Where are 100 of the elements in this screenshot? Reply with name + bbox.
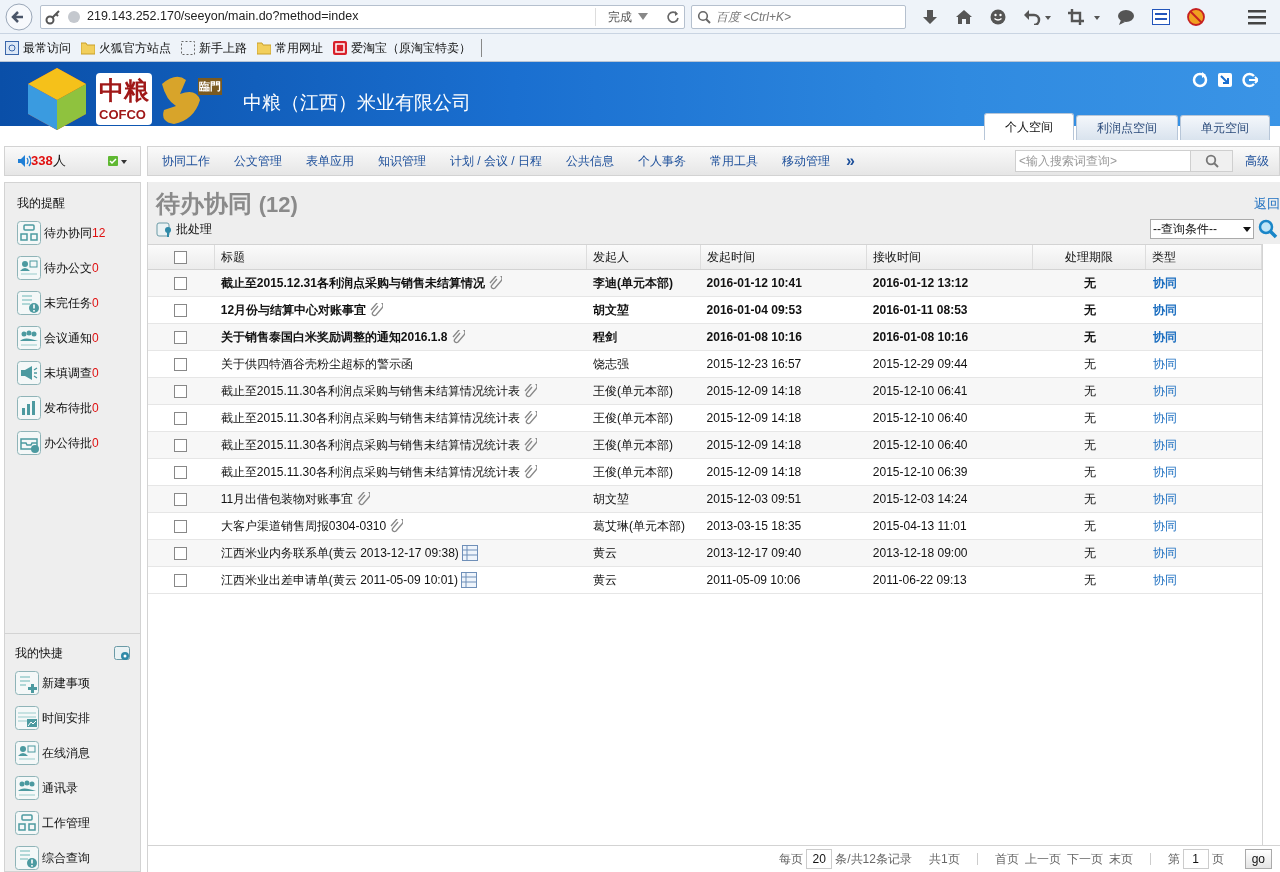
type-link[interactable]: 协同 bbox=[1146, 459, 1262, 485]
row-checkbox[interactable] bbox=[174, 438, 187, 452]
settings-icon[interactable] bbox=[114, 645, 130, 661]
nav-link[interactable]: 常用工具 bbox=[710, 152, 758, 170]
undo-icon[interactable] bbox=[1023, 8, 1051, 25]
row-checkbox[interactable] bbox=[174, 573, 187, 587]
column-header[interactable]: 发起时间 bbox=[700, 245, 867, 269]
pager-link[interactable]: 下一页 bbox=[1066, 850, 1103, 868]
advanced-link[interactable]: 高级 bbox=[1245, 152, 1269, 170]
nav-link[interactable]: 公文管理 bbox=[234, 152, 282, 170]
type-link[interactable]: 协同 bbox=[1146, 405, 1262, 431]
row-checkbox[interactable] bbox=[174, 276, 187, 290]
space-tab[interactable]: 单元空间 bbox=[1180, 115, 1270, 140]
batch-button[interactable]: 批处理 bbox=[156, 220, 212, 238]
row-checkbox[interactable] bbox=[174, 465, 187, 479]
go-button[interactable]: go bbox=[1244, 849, 1272, 869]
item-title-link[interactable]: 截止至2015.11.30各利润点采购与销售未结算情况统计表 bbox=[220, 463, 520, 481]
nav-link[interactable]: 计划 / 会议 / 日程 bbox=[450, 152, 542, 170]
type-link[interactable]: 协同 bbox=[1146, 378, 1262, 404]
page-number-field[interactable]: 1 bbox=[1182, 849, 1209, 869]
row-checkbox[interactable] bbox=[174, 411, 187, 425]
search-icon[interactable] bbox=[1204, 154, 1219, 168]
search-field[interactable]: 百度 <Ctrl+K> bbox=[691, 4, 906, 29]
reminder-link[interactable]: 未填调查0 bbox=[44, 364, 99, 382]
per-page-field[interactable]: 20 bbox=[806, 849, 833, 869]
shortcut-link[interactable]: 新建事项 bbox=[42, 674, 90, 692]
nav-link[interactable]: 表单应用 bbox=[306, 152, 354, 170]
nav-link[interactable]: 移动管理 bbox=[782, 152, 830, 170]
shortcut-link[interactable]: 在线消息 bbox=[42, 744, 90, 762]
column-header[interactable]: 标题 bbox=[214, 245, 587, 269]
row-checkbox[interactable] bbox=[174, 384, 187, 398]
item-title-link[interactable]: 截止至2015.12.31各利润点采购与销售未结算情况 bbox=[220, 274, 485, 292]
item-title-link[interactable]: 12月份与结算中心对账事宜 bbox=[220, 301, 367, 319]
online-count[interactable]: 338人 bbox=[31, 151, 66, 171]
column-header[interactable]: 类型 bbox=[1146, 245, 1262, 269]
nav-link[interactable]: 协同工作 bbox=[162, 152, 210, 170]
type-link[interactable]: 协同 bbox=[1146, 270, 1262, 296]
type-link[interactable]: 协同 bbox=[1146, 351, 1262, 377]
column-header[interactable]: 发起人 bbox=[587, 245, 701, 269]
row-checkbox[interactable] bbox=[174, 492, 187, 506]
row-checkbox[interactable] bbox=[174, 303, 187, 317]
pager-link[interactable]: 上一页 bbox=[1024, 850, 1061, 868]
column-header[interactable]: 处理期限 bbox=[1033, 245, 1147, 269]
shortcut-link[interactable]: 综合查询 bbox=[42, 849, 90, 867]
reminder-link[interactable]: 发布待批0 bbox=[44, 399, 99, 417]
search-icon[interactable] bbox=[1258, 219, 1278, 239]
reload-icon[interactable] bbox=[666, 9, 680, 24]
address-bar[interactable]: 219.143.252.170/seeyon/main.do?method=index 完成 bbox=[40, 4, 685, 29]
query-dropdown[interactable]: --查询条件-- bbox=[1150, 219, 1254, 239]
space-tab[interactable]: 个人空间 bbox=[984, 113, 1074, 140]
reminder-link[interactable]: 办公待批0 bbox=[44, 434, 99, 452]
item-title-link[interactable]: 截止至2015.11.30各利润点采购与销售未结算情况统计表 bbox=[220, 409, 520, 427]
block-icon[interactable] bbox=[1187, 7, 1205, 26]
bookmark-link[interactable]: 火狐官方站点 bbox=[99, 38, 171, 57]
more-link[interactable]: » bbox=[846, 149, 855, 173]
pager-link[interactable]: 首页 bbox=[994, 850, 1019, 868]
reminder-link[interactable]: 会议通知0 bbox=[44, 329, 99, 347]
type-link[interactable]: 协同 bbox=[1146, 297, 1262, 323]
shortcut-link[interactable]: 工作管理 bbox=[42, 814, 90, 832]
type-link[interactable]: 协同 bbox=[1146, 513, 1262, 539]
smiley-icon[interactable] bbox=[990, 8, 1006, 25]
download-icon[interactable] bbox=[922, 8, 938, 25]
nav-link[interactable]: 个人事务 bbox=[638, 152, 686, 170]
type-link[interactable]: 协同 bbox=[1146, 324, 1262, 350]
item-title-link[interactable]: 关于供四特酒谷壳粉尘超标的警示函 bbox=[220, 355, 413, 373]
home-icon[interactable] bbox=[955, 8, 973, 25]
nav-link[interactable]: 公共信息 bbox=[566, 152, 614, 170]
bookmark-link[interactable]: 最常访问 bbox=[23, 38, 71, 57]
item-title-link[interactable]: 江西米业出差申请单(黄云 2011-05-09 10:01) bbox=[220, 571, 458, 589]
nav-link[interactable]: 知识管理 bbox=[378, 152, 426, 170]
shortcut-link[interactable]: 通讯录 bbox=[42, 779, 78, 797]
item-title-link[interactable]: 截止至2015.11.30各利润点采购与销售未结算情况统计表 bbox=[220, 436, 520, 454]
bookmark-link[interactable]: 常用网址 bbox=[275, 38, 323, 57]
space-tab[interactable]: 利润点空间 bbox=[1076, 115, 1178, 140]
row-checkbox[interactable] bbox=[174, 546, 187, 560]
back-link[interactable]: 返回 bbox=[1254, 194, 1280, 214]
type-link[interactable]: 协同 bbox=[1146, 486, 1262, 512]
reminder-link[interactable]: 待办公文0 bbox=[44, 259, 99, 277]
row-checkbox[interactable] bbox=[174, 519, 187, 533]
chat-icon[interactable] bbox=[1117, 8, 1135, 25]
row-checkbox[interactable] bbox=[174, 330, 187, 344]
back-icon[interactable] bbox=[4, 1, 34, 32]
item-title-link[interactable]: 截止至2015.11.30各利润点采购与销售未结算情况统计表 bbox=[220, 382, 520, 400]
shortcut-link[interactable]: 时间安排 bbox=[42, 709, 90, 727]
logout-icon[interactable] bbox=[1242, 72, 1258, 88]
type-link[interactable]: 协同 bbox=[1146, 540, 1262, 566]
refresh-icon[interactable] bbox=[1192, 72, 1208, 88]
status-dropdown-icon[interactable] bbox=[108, 155, 128, 167]
row-checkbox[interactable] bbox=[174, 357, 187, 371]
item-title-link[interactable]: 11月出借包装物对账事宜 bbox=[220, 490, 354, 508]
menu-icon[interactable] bbox=[1248, 8, 1266, 25]
minimize-icon[interactable] bbox=[1217, 72, 1233, 88]
column-header[interactable]: 接收时间 bbox=[866, 245, 1033, 269]
bookmark-link[interactable]: 新手上路 bbox=[199, 38, 247, 57]
crop-icon[interactable] bbox=[1068, 8, 1100, 25]
reminder-link[interactable]: 待办协同12 bbox=[44, 224, 106, 242]
type-link[interactable]: 协同 bbox=[1146, 432, 1262, 458]
reminder-link[interactable]: 未完任务0 bbox=[44, 294, 99, 312]
select-all-checkbox[interactable] bbox=[174, 250, 187, 264]
item-title-link[interactable]: 关于销售泰国白米奖励调整的通知2016.1.8 bbox=[220, 328, 448, 346]
